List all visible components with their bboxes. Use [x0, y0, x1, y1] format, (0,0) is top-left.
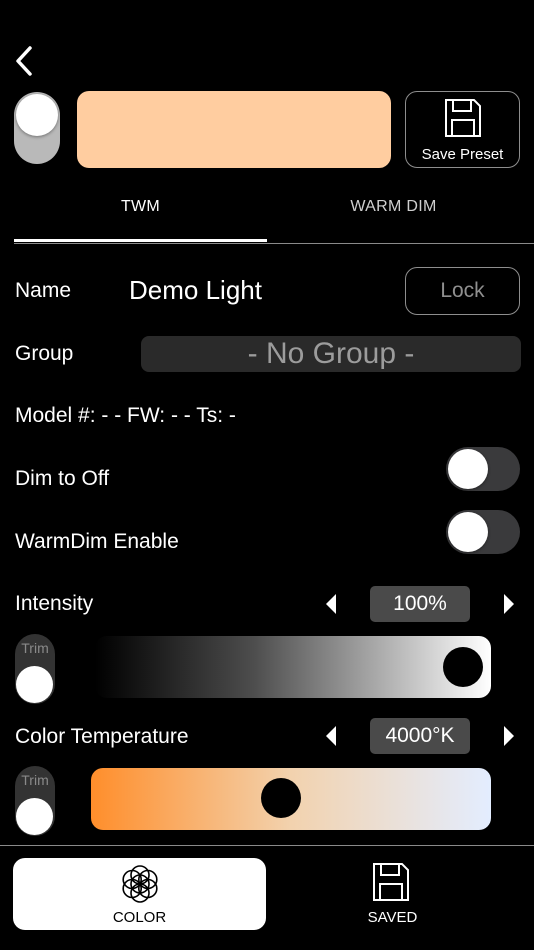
- color-temperature-value: 4000°K: [370, 718, 470, 754]
- bottom-tab-color[interactable]: COLOR: [13, 858, 266, 930]
- intensity-decrease-arrow-icon[interactable]: [320, 590, 344, 618]
- intensity-label: Intensity: [15, 592, 94, 615]
- dim-to-off-toggle[interactable]: [446, 447, 520, 491]
- intensity-increase-arrow-icon[interactable]: [496, 590, 520, 618]
- power-toggle[interactable]: [14, 92, 60, 164]
- active-tab-indicator: [14, 239, 267, 242]
- group-label: Group: [15, 342, 74, 365]
- trim-label: Trim: [21, 772, 49, 788]
- floppy-disk-icon: [445, 99, 481, 137]
- tab-warm-dim[interactable]: WARM DIM: [267, 198, 520, 242]
- color-temp-slider-knob[interactable]: [260, 778, 301, 818]
- lock-button[interactable]: Lock: [405, 267, 520, 315]
- dim-to-off-label: Dim to Off: [15, 467, 110, 490]
- intensity-slider-knob[interactable]: [443, 647, 483, 687]
- bottom-tab-color-label: COLOR: [112, 909, 167, 926]
- trim-knob: [16, 798, 53, 835]
- color-preview-swatch[interactable]: [77, 91, 391, 168]
- back-chevron-icon[interactable]: [10, 44, 38, 78]
- device-name-value[interactable]: Demo Light: [129, 275, 262, 306]
- flower-of-life-icon: [122, 865, 158, 903]
- warmdim-enable-label: WarmDim Enable: [15, 530, 179, 553]
- tab-twm[interactable]: TWM: [14, 198, 267, 242]
- save-preset-button[interactable]: Save Preset: [405, 91, 520, 168]
- bottom-tab-saved-label: SAVED: [367, 909, 418, 926]
- name-label: Name: [15, 279, 72, 302]
- toggle-knob: [448, 449, 488, 489]
- color-temp-decrease-arrow-icon[interactable]: [320, 722, 344, 750]
- trim-knob: [16, 666, 53, 703]
- tab-divider: [14, 243, 534, 244]
- intensity-value: 100%: [370, 586, 470, 622]
- bottom-bar-divider: [0, 845, 534, 846]
- toggle-knob: [448, 512, 488, 552]
- intensity-trim-switch[interactable]: Trim: [15, 634, 55, 704]
- bottom-tab-saved[interactable]: SAVED: [266, 858, 519, 930]
- model-firmware-info: Model #: - - FW: - - Ts: -: [15, 404, 236, 427]
- trim-label: Trim: [21, 640, 49, 656]
- group-select[interactable]: - No Group -: [141, 336, 521, 372]
- warmdim-enable-toggle[interactable]: [446, 510, 520, 554]
- intensity-slider-track[interactable]: [95, 636, 491, 698]
- power-toggle-knob: [16, 94, 58, 136]
- floppy-disk-icon: [373, 863, 409, 901]
- color-temperature-label: Color Temperature: [15, 725, 189, 748]
- save-preset-label: Save Preset: [421, 146, 504, 163]
- color-temp-trim-switch[interactable]: Trim: [15, 766, 55, 836]
- color-temp-increase-arrow-icon[interactable]: [496, 722, 520, 750]
